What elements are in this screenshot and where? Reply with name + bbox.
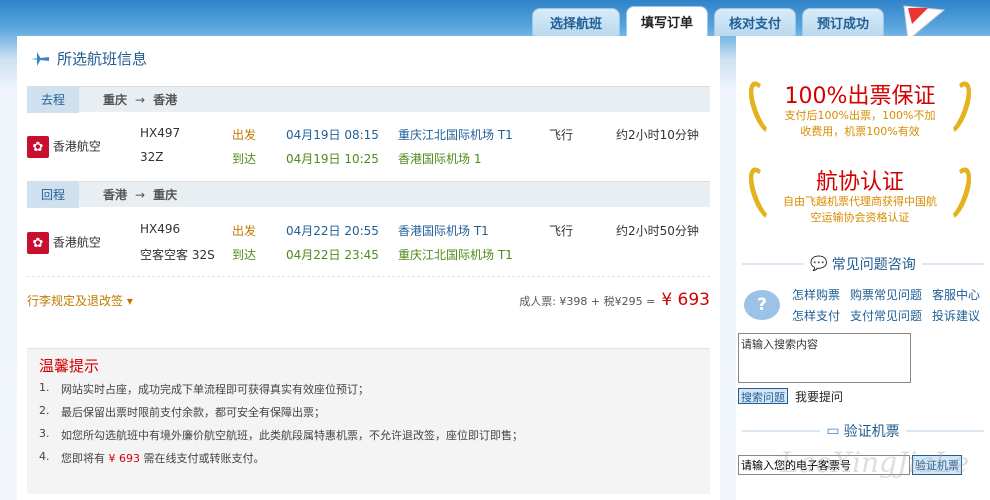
- ticket-icon: ▭: [826, 423, 840, 439]
- return-route: 香港 → 重庆: [103, 186, 177, 203]
- route-to: 重庆: [153, 188, 178, 202]
- tip-item: 3. 如您所勾选航班中有境外廉价航空航班，此类航段属特惠机票，不允许退改签，座位即…: [39, 427, 523, 450]
- airplane-icon: [31, 51, 49, 66]
- fly-label: 飞行: [549, 128, 574, 142]
- step-tabs: 选择航班 填写订单 核对支付 预订成功: [532, 6, 890, 36]
- tips-list: 1. 网站实时占座，成功完成下单流程即可获得真实有效座位预订； 2. 最后保留出票时…: [39, 381, 523, 473]
- return-header: 回程 香港 → 重庆: [27, 181, 710, 208]
- search-question-button[interactable]: 搜索问题: [738, 388, 788, 404]
- question-icon: ?: [744, 290, 780, 320]
- faq-search-input[interactable]: 请输入搜索内容: [738, 333, 911, 383]
- depart-label: 出发: [232, 128, 257, 142]
- tip-text-pre: 您即将有: [61, 452, 105, 465]
- section-header: 所选航班信息: [29, 48, 147, 69]
- depart-label: 出发: [232, 224, 257, 238]
- hk-airlines-logo-icon: ✿: [27, 136, 49, 158]
- faq-link-complaints[interactable]: 投诉建议: [932, 307, 980, 324]
- tab-booking-success[interactable]: 预订成功: [802, 8, 884, 36]
- tab-fill-order[interactable]: 填写订单: [626, 6, 708, 36]
- tip-text: 如您所勾选航班中有境外廉价航空航班，此类航段属特惠机票，不允许退改签，座位即订即…: [61, 429, 523, 442]
- cabin-class: 空客空客 32S: [140, 248, 215, 262]
- iata-cert-badge: 航协认证 自由飞越机票代理商获得中国航空运输协会资格认证: [743, 162, 977, 226]
- faq-link-how-to-pay[interactable]: 怎样支付: [792, 307, 840, 324]
- faq-link-buy-faq[interactable]: 购票常见问题: [850, 286, 922, 303]
- tip-text: 网站实时占座，成功完成下单流程即可获得真实有效座位预订；: [61, 383, 369, 396]
- arrive-airport: 重庆江北国际机场 T1: [398, 248, 513, 262]
- route-from: 香港: [103, 188, 128, 202]
- outbound-header: 去程 重庆 → 香港: [27, 86, 710, 113]
- depart-airport: 香港国际机场 T1: [398, 224, 489, 238]
- tab-select-flight[interactable]: 选择航班: [532, 8, 620, 36]
- return-tag: 回程: [27, 181, 79, 208]
- faq-link-service-center[interactable]: 客服中心: [932, 286, 980, 303]
- faq-links: 怎样购票 购票常见问题 客服中心 怎样支付 支付常见问题 投诉建议: [792, 286, 988, 328]
- return-row: ✿ 香港航空 HX496 空客空客 32S 出发 到达 04月22日 20:55…: [27, 222, 710, 262]
- price-summary: 成人票: ¥398 + 税¥295 = ¥ 693: [519, 290, 710, 310]
- arrive-label: 到达: [232, 152, 257, 166]
- watermark: LaoXingJiaLe: [780, 446, 970, 479]
- flight-info-panel: 所选航班信息 去程 重庆 → 香港 ✿ 香港航空 HX497 32Z 出发 到达 0…: [17, 36, 720, 500]
- divider: [27, 276, 710, 277]
- verify-title: 验证机票: [843, 424, 900, 440]
- tip-number: 2.: [39, 404, 50, 417]
- tip-item: 4. 您即将有 ¥ 693 需在线支付或转账支付。: [39, 450, 523, 473]
- airline-name: 香港航空: [52, 235, 101, 250]
- outbound-tag: 去程: [27, 86, 79, 113]
- ask-question-link[interactable]: 我要提问: [795, 388, 843, 405]
- depart-airport: 重庆江北国际机场 T1: [398, 128, 513, 142]
- depart-time: 04月22日 20:55: [286, 224, 379, 238]
- airline-name: 香港航空: [52, 139, 101, 154]
- faq-links-row: 怎样购票 购票常见问题 客服中心: [792, 286, 988, 303]
- depart-time: 04月19日 08:15: [286, 128, 379, 142]
- price-breakdown: 成人票: ¥398 + 税¥295 =: [519, 295, 656, 308]
- arrive-label: 到达: [232, 248, 257, 262]
- tips-title: 温馨提示: [39, 357, 100, 375]
- tip-text-post: 需在线支付或转账支付。: [143, 452, 265, 465]
- ticket-guarantee-badge: 100%出票保证 支付后100%出票，100%不加收费用，机票100%有效: [743, 76, 977, 140]
- tip-number: 1.: [39, 381, 50, 394]
- faq-link-pay-faq[interactable]: 支付常见问题: [850, 307, 922, 324]
- route-arrow: →: [135, 93, 146, 107]
- badge-desc: 自由飞越机票代理商获得中国航空运输协会资格认证: [783, 195, 937, 224]
- flight-number: HX497: [140, 126, 181, 140]
- tip-text: 您即将有 ¥ 693 需在线支付或转账支付。: [61, 450, 265, 473]
- luggage-rules-link[interactable]: 行李规定及退改签 ▾: [27, 292, 133, 309]
- tab-check-pay[interactable]: 核对支付: [714, 8, 796, 36]
- faq-header: 💬 常见问题咨询: [736, 254, 990, 274]
- fly-label: 飞行: [549, 224, 574, 238]
- tip-number: 4.: [39, 450, 50, 463]
- duration: 约2小时50分钟: [616, 224, 699, 238]
- tips-box: 温馨提示 1. 网站实时占座，成功完成下单流程即可获得真实有效座位预订； 2. 最后…: [27, 348, 710, 494]
- arrive-time: 04月22日 23:45: [286, 248, 379, 262]
- badge-title: 航协认证: [815, 170, 904, 195]
- cabin-class: 32Z: [140, 150, 164, 164]
- tip-text: 最后保留出票时限前支付余款，都可安全有保障出票；: [61, 406, 325, 419]
- tip-amount: ¥ 693: [108, 452, 141, 465]
- verify-header: ▭ 验证机票: [736, 421, 990, 441]
- right-sidebar: 100%出票保证 支付后100%出票，100%不加收费用，机票100%有效 航协…: [736, 36, 990, 500]
- badge-desc: 支付后100%出票，100%不加收费用，机票100%有效: [784, 109, 936, 138]
- airline: ✿ 香港航空: [27, 136, 101, 158]
- badge-title: 100%出票保证: [784, 84, 936, 109]
- outbound-route: 重庆 → 香港: [103, 91, 177, 108]
- route-from: 重庆: [103, 93, 128, 107]
- duration: 约2小时10分钟: [616, 128, 699, 142]
- tip-item: 1. 网站实时占座，成功完成下单流程即可获得真实有效座位预订；: [39, 381, 523, 404]
- faq-link-how-to-buy[interactable]: 怎样购票: [792, 286, 840, 303]
- arrive-airport: 香港国际机场 1: [398, 152, 482, 166]
- hk-airlines-logo-icon: ✿: [27, 232, 49, 254]
- airline: ✿ 香港航空: [27, 232, 101, 254]
- flight-number: HX496: [140, 222, 181, 236]
- route-to: 香港: [153, 93, 178, 107]
- price-total: ¥ 693: [661, 290, 710, 310]
- chat-bubble-icon: 💬: [810, 256, 828, 272]
- tip-item: 2. 最后保留出票时限前支付余款，都可安全有保障出票；: [39, 404, 523, 427]
- outbound-row: ✿ 香港航空 HX497 32Z 出发 到达 04月19日 08:15 04月1…: [27, 126, 710, 166]
- section-title: 所选航班信息: [57, 50, 148, 68]
- route-arrow: →: [135, 188, 146, 202]
- tip-number: 3.: [39, 427, 50, 440]
- faq-links-row: 怎样支付 支付常见问题 投诉建议: [792, 307, 988, 324]
- faq-title: 常见问题咨询: [831, 257, 916, 273]
- arrive-time: 04月19日 10:25: [286, 152, 379, 166]
